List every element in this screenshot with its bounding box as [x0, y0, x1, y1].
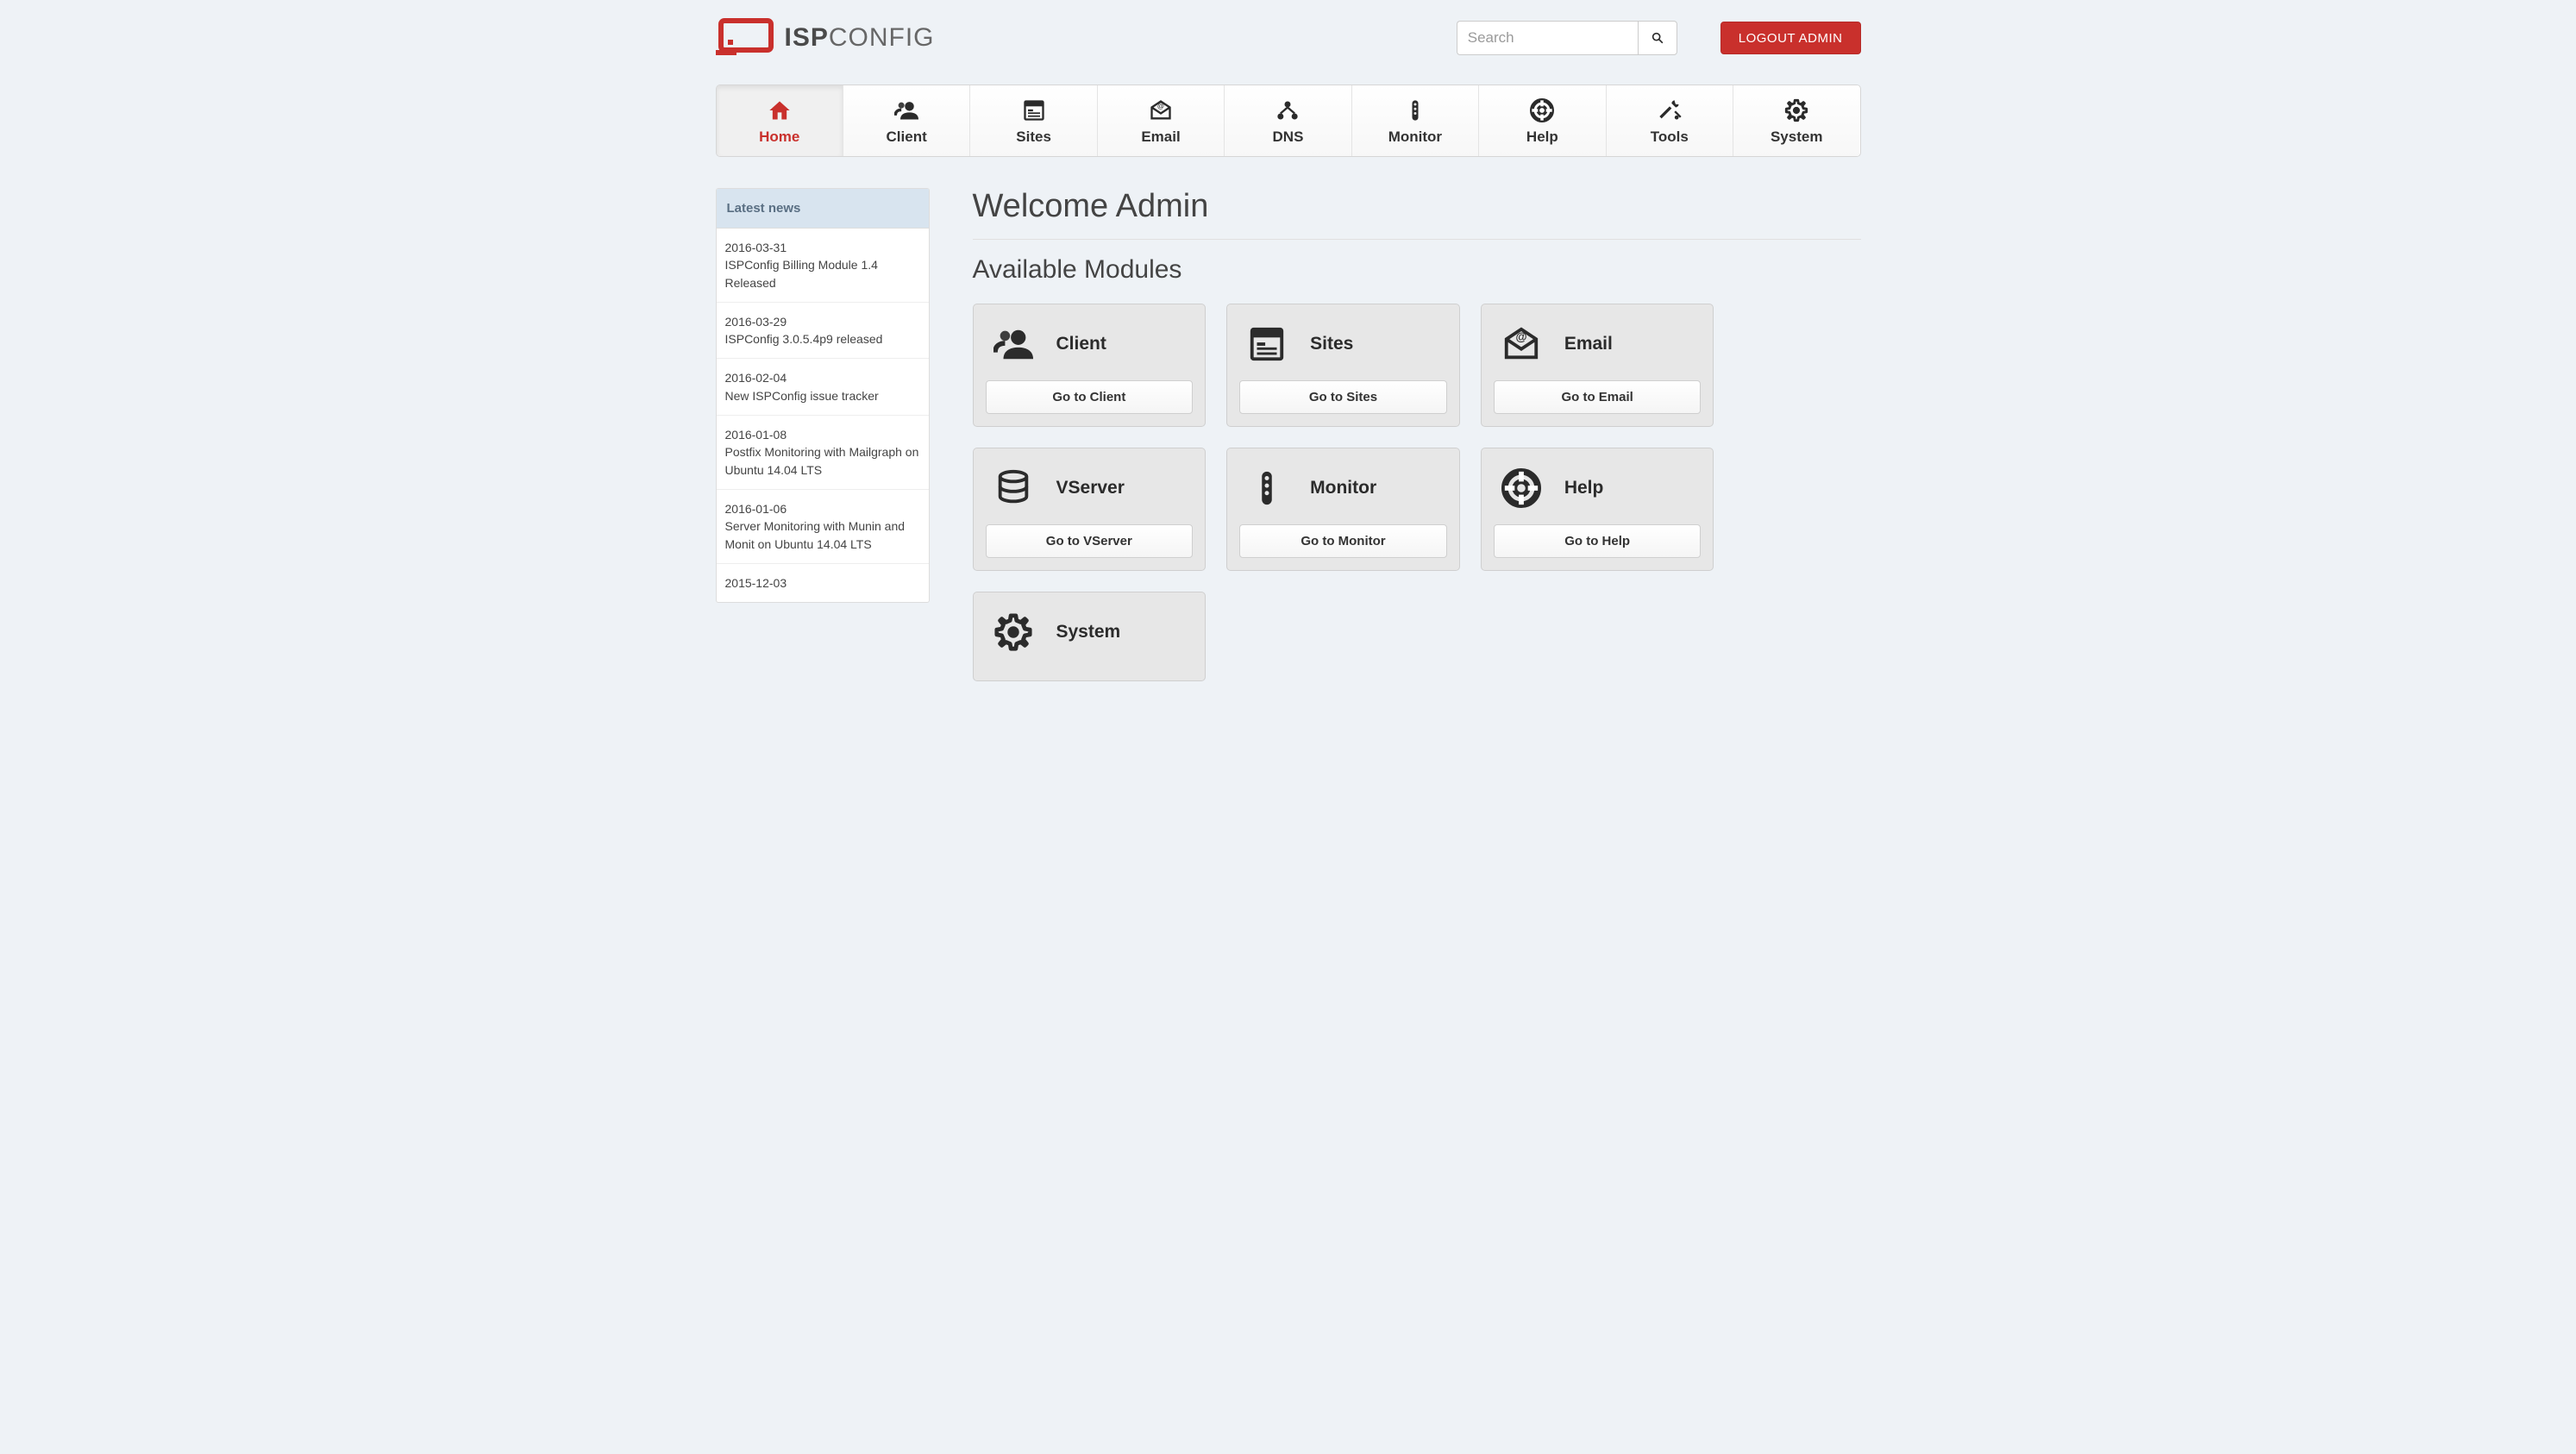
search-group	[1457, 21, 1677, 55]
nav-system[interactable]: System	[1733, 85, 1859, 156]
news-item[interactable]: 2016-01-08 Postfix Monitoring with Mailgr…	[717, 416, 929, 490]
nav-label: Tools	[1607, 128, 1733, 146]
logout-button[interactable]: LOGOUT ADMIN	[1720, 22, 1861, 54]
logo[interactable]: ISPCONFIG	[716, 17, 935, 59]
nav-label: System	[1733, 128, 1859, 146]
news-title: ISPConfig 3.0.5.4p9 released	[725, 332, 883, 346]
news-title: New ISPConfig issue tracker	[725, 389, 879, 403]
news-date: 2016-01-08	[725, 426, 920, 443]
module-vserver-button[interactable]: Go to VServer	[986, 524, 1194, 558]
module-title: Sites	[1310, 334, 1353, 354]
modules-grid: Client Go to Client Sites Go to Sites Email G…	[973, 304, 1714, 681]
nav-label: Home	[717, 128, 843, 146]
module-email: Email Go to Email	[1481, 304, 1714, 427]
news-header: Latest news	[717, 189, 929, 229]
search-input[interactable]	[1457, 21, 1638, 55]
module-system: System	[973, 592, 1207, 681]
nav-home[interactable]: Home	[717, 85, 843, 156]
page-title: Welcome Admin	[973, 188, 1861, 240]
module-title: Help	[1564, 478, 1604, 498]
module-email-button[interactable]: Go to Email	[1494, 380, 1702, 414]
email-icon	[1499, 322, 1544, 367]
news-date: 2016-03-29	[725, 313, 920, 330]
news-date: 2016-02-04	[725, 369, 920, 386]
help-icon	[1499, 466, 1544, 511]
module-title: Email	[1564, 334, 1613, 354]
nav-help[interactable]: Help	[1479, 85, 1606, 156]
monitor-icon	[1352, 97, 1478, 123]
tools-icon	[1607, 97, 1733, 123]
nav-sites[interactable]: Sites	[970, 85, 1097, 156]
news-title: Postfix Monitoring with Mailgraph on Ubu…	[725, 445, 919, 476]
module-title: Monitor	[1310, 478, 1376, 498]
news-date: 2016-03-31	[725, 239, 920, 256]
module-help-button[interactable]: Go to Help	[1494, 524, 1702, 558]
system-icon	[991, 610, 1036, 655]
nav-label: Monitor	[1352, 128, 1478, 146]
nav-label: Help	[1479, 128, 1605, 146]
module-monitor-button[interactable]: Go to Monitor	[1239, 524, 1447, 558]
header: ISPCONFIG LOGOUT ADMIN	[716, 17, 1861, 85]
nav-monitor[interactable]: Monitor	[1352, 85, 1479, 156]
module-title: System	[1056, 622, 1121, 642]
sites-icon	[1244, 322, 1289, 367]
nav-client[interactable]: Client	[843, 85, 970, 156]
module-monitor: Monitor Go to Monitor	[1226, 448, 1460, 571]
help-icon	[1479, 97, 1605, 123]
sidebar: Latest news 2016-03-31 ISPConfig Billing …	[716, 188, 930, 603]
email-icon	[1098, 97, 1224, 123]
top-nav: HomeClientSitesEmailDNSMonitorHelpToolsS…	[716, 85, 1861, 157]
nav-label: Email	[1098, 128, 1224, 146]
client-icon	[843, 97, 969, 123]
news-item[interactable]: 2016-02-04 New ISPConfig issue tracker	[717, 359, 929, 416]
search-button[interactable]	[1638, 21, 1677, 55]
section-title: Available Modules	[973, 255, 1861, 285]
news-date: 2016-01-06	[725, 500, 920, 517]
news-panel: Latest news 2016-03-31 ISPConfig Billing …	[716, 188, 930, 603]
news-title: Server Monitoring with Munin and Monit o…	[725, 519, 906, 550]
news-item[interactable]: 2015-12-03	[717, 564, 929, 602]
monitor-icon	[1244, 466, 1289, 511]
module-client: Client Go to Client	[973, 304, 1207, 427]
search-icon	[1651, 31, 1664, 45]
client-icon	[991, 322, 1036, 367]
news-date: 2015-12-03	[725, 574, 920, 592]
module-client-button[interactable]: Go to Client	[986, 380, 1194, 414]
main: Welcome Admin Available Modules Client Go…	[973, 188, 1861, 681]
news-title: ISPConfig Billing Module 1.4 Released	[725, 258, 878, 289]
news-item[interactable]: 2016-03-29 ISPConfig 3.0.5.4p9 released	[717, 303, 929, 360]
module-title: Client	[1056, 334, 1106, 354]
module-sites: Sites Go to Sites	[1226, 304, 1460, 427]
vserver-icon	[991, 466, 1036, 511]
nav-email[interactable]: Email	[1098, 85, 1225, 156]
module-vserver: VServer Go to VServer	[973, 448, 1207, 571]
module-title: VServer	[1056, 478, 1125, 498]
news-item[interactable]: 2016-01-06 Server Monitoring with Munin a…	[717, 490, 929, 564]
logo-icon	[716, 17, 776, 59]
home-icon	[717, 97, 843, 123]
dns-icon	[1225, 97, 1351, 123]
news-item[interactable]: 2016-03-31 ISPConfig Billing Module 1.4 R…	[717, 229, 929, 303]
nav-dns[interactable]: DNS	[1225, 85, 1351, 156]
module-sites-button[interactable]: Go to Sites	[1239, 380, 1447, 414]
nav-label: Client	[843, 128, 969, 146]
nav-label: DNS	[1225, 128, 1351, 146]
system-icon	[1733, 97, 1859, 123]
logo-text: ISPCONFIG	[785, 23, 935, 53]
module-help: Help Go to Help	[1481, 448, 1714, 571]
nav-label: Sites	[970, 128, 1096, 146]
nav-tools[interactable]: Tools	[1607, 85, 1733, 156]
sites-icon	[970, 97, 1096, 123]
